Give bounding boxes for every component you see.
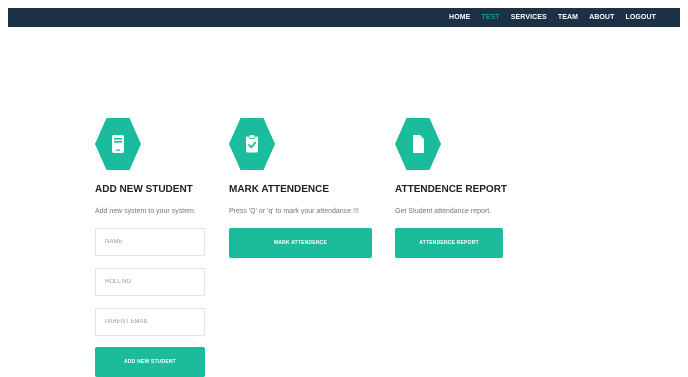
attendance-report-button[interactable]: ATTENDENCE REPORT bbox=[395, 228, 503, 258]
report-hex-badge bbox=[395, 118, 441, 170]
add-student-title: ADD NEW STUDENT bbox=[95, 184, 193, 195]
nav-services[interactable]: SERVICES bbox=[511, 14, 547, 21]
top-navbar: HOME TEST SERVICES TEAM ABOUT LOGOUT bbox=[8, 8, 680, 27]
mark-attendance-description: Press 'Q' or 'q' to mark your attendance… bbox=[229, 208, 359, 215]
document-icon bbox=[413, 135, 424, 153]
mark-attendance-title: MARK ATTENDENCE bbox=[229, 184, 329, 195]
attendance-report-title: ATTENDENCE REPORT bbox=[395, 184, 508, 195]
mark-attendance-button[interactable]: MARK ATTENDENCE bbox=[229, 228, 372, 258]
mark-attendance-hex-badge bbox=[229, 118, 275, 170]
clipboard-check-icon bbox=[246, 134, 258, 153]
attendance-report-description: Get Student attendance report. bbox=[395, 208, 492, 215]
parent-email-input[interactable] bbox=[95, 308, 205, 336]
add-student-description: Add new system to your system. bbox=[95, 208, 196, 215]
nav-links: HOME TEST SERVICES TEAM ABOUT LOGOUT bbox=[449, 8, 656, 27]
nav-home[interactable]: HOME bbox=[449, 14, 470, 21]
mobile-device-icon bbox=[112, 135, 124, 153]
nav-test[interactable]: TEST bbox=[481, 14, 499, 21]
name-input[interactable] bbox=[95, 228, 205, 256]
add-student-hex-badge bbox=[95, 118, 141, 170]
nav-team[interactable]: TEAM bbox=[558, 14, 578, 21]
nav-about[interactable]: ABOUT bbox=[589, 14, 614, 21]
roll-no-input[interactable] bbox=[95, 268, 205, 296]
add-new-student-button[interactable]: ADD NEW STUDENT bbox=[95, 347, 205, 377]
nav-logout[interactable]: LOGOUT bbox=[625, 14, 656, 21]
